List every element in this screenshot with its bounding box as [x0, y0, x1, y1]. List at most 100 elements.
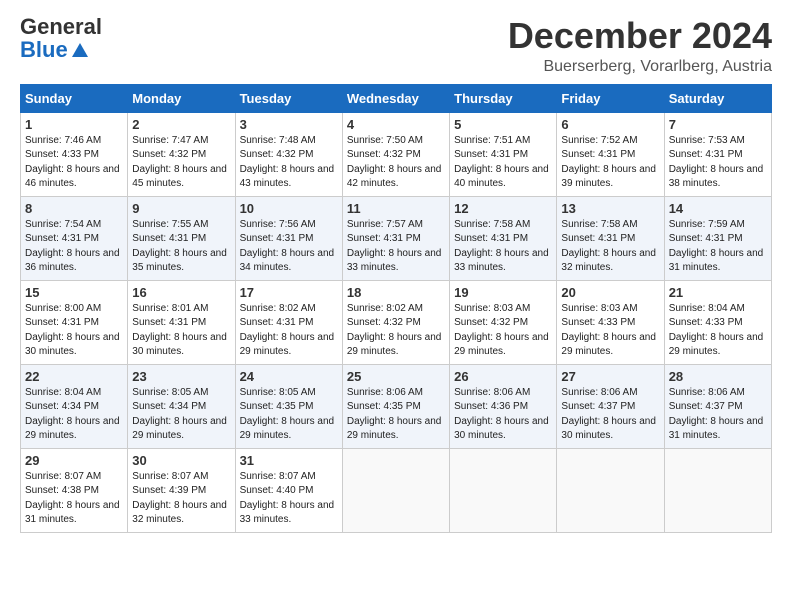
day-number: 6: [561, 117, 659, 132]
day-number: 4: [347, 117, 445, 132]
day-info: Sunrise: 7:51 AMSunset: 4:31 PMDaylight:…: [454, 134, 552, 192]
calendar-cell: 24 Sunrise: 8:05 AMSunset: 4:35 PMDayligh…: [235, 364, 342, 448]
title-block: December 2024 Buerserberg, Vorarlberg, A…: [508, 16, 772, 76]
day-number: 14: [669, 201, 767, 216]
calendar-cell: 25Sunrise: 8:06 AMSunset: 4:35 PMDayligh…: [342, 364, 449, 448]
day-number: 16: [132, 285, 230, 300]
day-info: Sunrise: 7:54 AMSunset: 4:31 PMDaylight:…: [25, 218, 123, 276]
day-info: Sunrise: 7:57 AMSunset: 4:31 PMDaylight:…: [347, 218, 445, 276]
header-day-sunday: Sunday: [21, 84, 128, 112]
day-number: 29: [25, 453, 123, 468]
day-number: 1: [25, 117, 123, 132]
day-info: Sunrise: 8:07 AMSunset: 4:40 PMDaylight:…: [240, 470, 338, 528]
week-row-4: 22 Sunrise: 8:04 AMSunset: 4:34 PMDayligh…: [21, 364, 772, 448]
day-info: Sunrise: 8:03 AMSunset: 4:32 PMDaylight:…: [454, 302, 552, 360]
day-number: 13: [561, 201, 659, 216]
calendar-cell: 22 Sunrise: 8:04 AMSunset: 4:34 PMDayligh…: [21, 364, 128, 448]
calendar-cell: 6 Sunrise: 7:52 AMSunset: 4:31 PMDaylight…: [557, 112, 664, 196]
day-number: 27: [561, 369, 659, 384]
header-day-monday: Monday: [128, 84, 235, 112]
logo-arrow-icon: [70, 41, 88, 59]
logo-image: General: [20, 16, 108, 38]
calendar-cell: [450, 448, 557, 532]
calendar-cell: 8 Sunrise: 7:54 AMSunset: 4:31 PMDaylight…: [21, 196, 128, 280]
day-number: 5: [454, 117, 552, 132]
day-number: 7: [669, 117, 767, 132]
day-number: 23: [132, 369, 230, 384]
day-info: Sunrise: 8:02 AMSunset: 4:32 PMDaylight:…: [347, 302, 445, 360]
day-number: 11: [347, 201, 445, 216]
day-info: Sunrise: 7:47 AMSunset: 4:32 PMDaylight:…: [132, 134, 230, 192]
day-info: Sunrise: 8:06 AMSunset: 4:35 PMDaylight:…: [347, 386, 445, 444]
header-day-tuesday: Tuesday: [235, 84, 342, 112]
header-day-saturday: Saturday: [664, 84, 771, 112]
calendar-table: SundayMondayTuesdayWednesdayThursdayFrid…: [20, 84, 772, 533]
day-info: Sunrise: 7:59 AMSunset: 4:31 PMDaylight:…: [669, 218, 767, 276]
day-number: 18: [347, 285, 445, 300]
calendar-cell: 28Sunrise: 8:06 AMSunset: 4:37 PMDayligh…: [664, 364, 771, 448]
location-title: Buerserberg, Vorarlberg, Austria: [508, 58, 772, 76]
calendar-cell: 4 Sunrise: 7:50 AMSunset: 4:32 PMDaylight…: [342, 112, 449, 196]
day-info: Sunrise: 7:52 AMSunset: 4:31 PMDaylight:…: [561, 134, 659, 192]
week-row-5: 29 Sunrise: 8:07 AMSunset: 4:38 PMDayligh…: [21, 448, 772, 532]
calendar-cell: 10 Sunrise: 7:56 AMSunset: 4:31 PMDayligh…: [235, 196, 342, 280]
day-number: 21: [669, 285, 767, 300]
day-info: Sunrise: 8:00 AMSunset: 4:31 PMDaylight:…: [25, 302, 123, 360]
day-info: Sunrise: 7:55 AMSunset: 4:31 PMDaylight:…: [132, 218, 230, 276]
calendar-cell: 9Sunrise: 7:55 AMSunset: 4:31 PMDaylight…: [128, 196, 235, 280]
calendar-cell: 5 Sunrise: 7:51 AMSunset: 4:31 PMDaylight…: [450, 112, 557, 196]
day-number: 24: [240, 369, 338, 384]
day-info: Sunrise: 7:48 AMSunset: 4:32 PMDaylight:…: [240, 134, 338, 192]
day-number: 28: [669, 369, 767, 384]
day-number: 10: [240, 201, 338, 216]
month-title: December 2024: [508, 16, 772, 56]
day-info: Sunrise: 8:04 AMSunset: 4:33 PMDaylight:…: [669, 302, 767, 360]
calendar-cell: 11 Sunrise: 7:57 AMSunset: 4:31 PMDayligh…: [342, 196, 449, 280]
day-number: 12: [454, 201, 552, 216]
week-row-2: 8 Sunrise: 7:54 AMSunset: 4:31 PMDaylight…: [21, 196, 772, 280]
week-row-3: 15Sunrise: 8:00 AMSunset: 4:31 PMDayligh…: [21, 280, 772, 364]
day-number: 17: [240, 285, 338, 300]
day-info: Sunrise: 7:56 AMSunset: 4:31 PMDaylight:…: [240, 218, 338, 276]
day-info: Sunrise: 7:58 AMSunset: 4:31 PMDaylight:…: [454, 218, 552, 276]
calendar-cell: 17 Sunrise: 8:02 AMSunset: 4:31 PMDayligh…: [235, 280, 342, 364]
week-row-1: 1 Sunrise: 7:46 AMSunset: 4:33 PMDaylight…: [21, 112, 772, 196]
calendar-cell: [664, 448, 771, 532]
calendar-cell: 30 Sunrise: 8:07 AMSunset: 4:39 PMDayligh…: [128, 448, 235, 532]
calendar-cell: 15Sunrise: 8:00 AMSunset: 4:31 PMDayligh…: [21, 280, 128, 364]
day-number: 26: [454, 369, 552, 384]
calendar-cell: 1 Sunrise: 7:46 AMSunset: 4:33 PMDaylight…: [21, 112, 128, 196]
day-number: 2: [132, 117, 230, 132]
day-info: Sunrise: 7:53 AMSunset: 4:31 PMDaylight:…: [669, 134, 767, 192]
calendar-cell: 31Sunrise: 8:07 AMSunset: 4:40 PMDayligh…: [235, 448, 342, 532]
calendar-cell: [342, 448, 449, 532]
calendar-cell: 7 Sunrise: 7:53 AMSunset: 4:31 PMDaylight…: [664, 112, 771, 196]
day-info: Sunrise: 8:05 AMSunset: 4:35 PMDaylight:…: [240, 386, 338, 444]
page-header: General Blue December 2024 Buerserberg, …: [20, 16, 772, 76]
day-number: 22: [25, 369, 123, 384]
day-info: Sunrise: 8:07 AMSunset: 4:39 PMDaylight:…: [132, 470, 230, 528]
calendar-cell: 2 Sunrise: 7:47 AMSunset: 4:32 PMDaylight…: [128, 112, 235, 196]
day-info: Sunrise: 8:05 AMSunset: 4:34 PMDaylight:…: [132, 386, 230, 444]
calendar-cell: 13 Sunrise: 7:58 AMSunset: 4:31 PMDayligh…: [557, 196, 664, 280]
day-info: Sunrise: 7:58 AMSunset: 4:31 PMDaylight:…: [561, 218, 659, 276]
calendar-cell: 18 Sunrise: 8:02 AMSunset: 4:32 PMDayligh…: [342, 280, 449, 364]
day-info: Sunrise: 7:46 AMSunset: 4:33 PMDaylight:…: [25, 134, 123, 192]
calendar-cell: [557, 448, 664, 532]
calendar-cell: 29 Sunrise: 8:07 AMSunset: 4:38 PMDayligh…: [21, 448, 128, 532]
logo: General Blue: [20, 16, 108, 62]
calendar-cell: 26 Sunrise: 8:06 AMSunset: 4:36 PMDayligh…: [450, 364, 557, 448]
day-info: Sunrise: 7:50 AMSunset: 4:32 PMDaylight:…: [347, 134, 445, 192]
calendar-cell: 16Sunrise: 8:01 AMSunset: 4:31 PMDayligh…: [128, 280, 235, 364]
calendar-cell: 27Sunrise: 8:06 AMSunset: 4:37 PMDayligh…: [557, 364, 664, 448]
header-row: SundayMondayTuesdayWednesdayThursdayFrid…: [21, 84, 772, 112]
day-info: Sunrise: 8:04 AMSunset: 4:34 PMDaylight:…: [25, 386, 123, 444]
day-number: 8: [25, 201, 123, 216]
day-number: 3: [240, 117, 338, 132]
day-number: 30: [132, 453, 230, 468]
day-info: Sunrise: 8:02 AMSunset: 4:31 PMDaylight:…: [240, 302, 338, 360]
day-info: Sunrise: 8:06 AMSunset: 4:36 PMDaylight:…: [454, 386, 552, 444]
calendar-cell: 19Sunrise: 8:03 AMSunset: 4:32 PMDayligh…: [450, 280, 557, 364]
day-info: Sunrise: 8:07 AMSunset: 4:38 PMDaylight:…: [25, 470, 123, 528]
day-info: Sunrise: 8:03 AMSunset: 4:33 PMDaylight:…: [561, 302, 659, 360]
